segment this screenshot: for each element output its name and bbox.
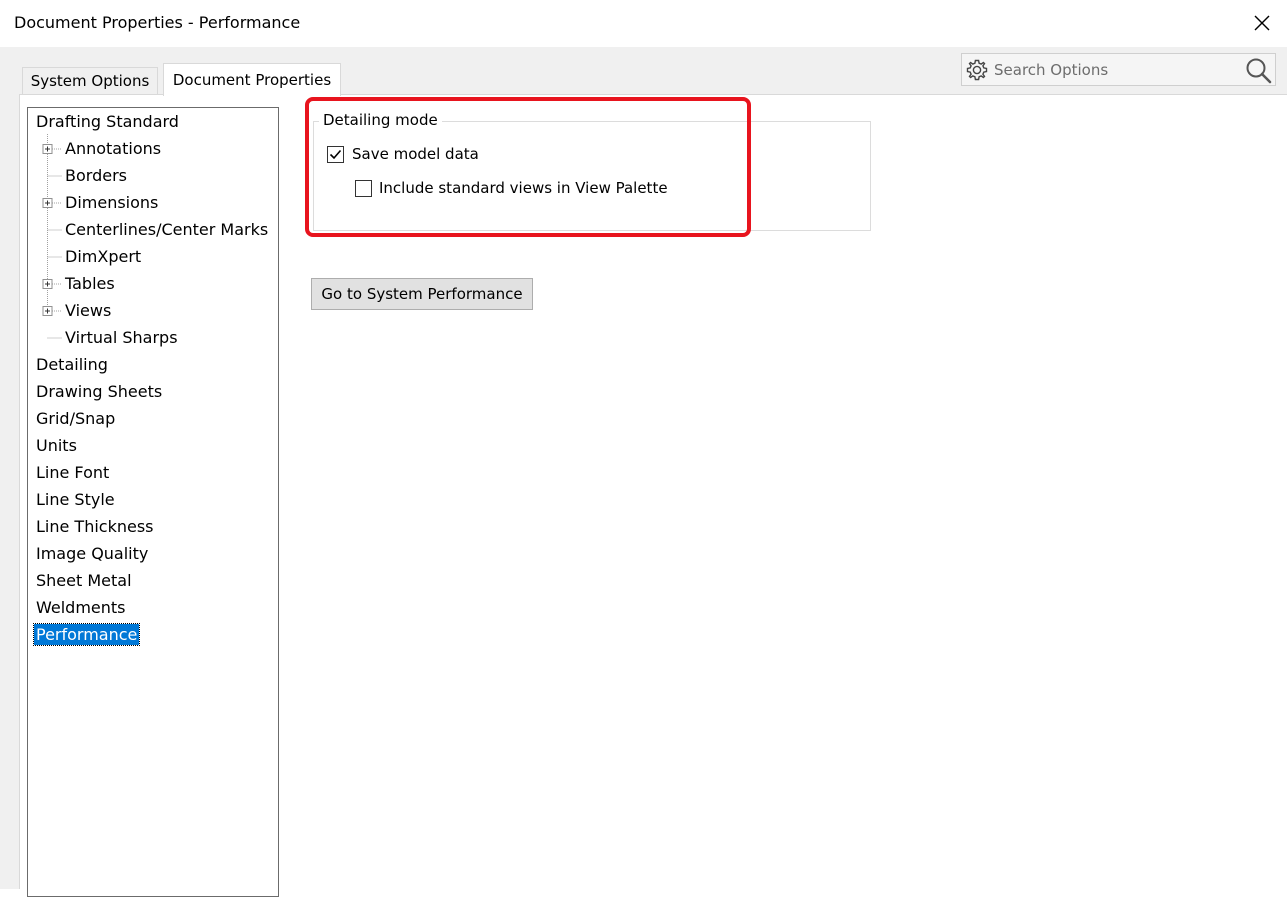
search-icon[interactable]: [1244, 56, 1274, 84]
tree-item-tables[interactable]: Tables: [65, 273, 115, 294]
title-bar: Document Properties - Performance: [0, 0, 1287, 47]
tree-item-detailing[interactable]: Detailing: [36, 354, 108, 375]
tree-item-line-font[interactable]: Line Font: [36, 462, 109, 483]
go-to-system-performance-button[interactable]: Go to System Performance: [311, 278, 533, 310]
tree-item-dimensions[interactable]: Dimensions: [65, 192, 158, 213]
tree-item-image-quality[interactable]: Image Quality: [36, 543, 148, 564]
save-model-data-checkbox[interactable]: [327, 146, 344, 163]
tree-item-line-thickness[interactable]: Line Thickness: [36, 516, 154, 537]
gear-icon: [966, 59, 988, 81]
detailing-mode-title: Detailing mode: [319, 111, 442, 129]
tree-item-line-style[interactable]: Line Style: [36, 489, 115, 510]
tree-item-borders[interactable]: Borders: [65, 165, 127, 186]
tree-item-dimxpert[interactable]: DimXpert: [65, 246, 141, 267]
close-button[interactable]: [1242, 4, 1282, 42]
tree-item-grid-snap[interactable]: Grid/Snap: [36, 408, 115, 429]
detailing-mode-group: [313, 121, 871, 231]
close-icon: [1254, 15, 1270, 31]
tree-item-units[interactable]: Units: [36, 435, 77, 456]
tree-item-drafting-standard[interactable]: Drafting Standard: [36, 111, 179, 132]
tab-system-options[interactable]: System Options: [22, 67, 158, 94]
include-standard-views-checkbox[interactable]: [355, 180, 372, 197]
save-model-data-label[interactable]: Save model data: [352, 145, 479, 163]
window-title: Document Properties - Performance: [14, 13, 301, 32]
tab-document-properties[interactable]: Document Properties: [163, 63, 341, 96]
search-box[interactable]: [961, 53, 1276, 86]
tab-label: Document Properties: [172, 71, 332, 89]
tree-item-annotations[interactable]: Annotations: [65, 138, 161, 159]
include-standard-views-label[interactable]: Include standard views in View Palette: [379, 179, 668, 197]
tree-item-drawing-sheets[interactable]: Drawing Sheets: [36, 381, 162, 402]
tree-item-centerlines[interactable]: Centerlines/Center Marks: [65, 219, 268, 240]
search-input[interactable]: [994, 58, 1234, 82]
tree-item-weldments[interactable]: Weldments: [36, 597, 126, 618]
tree-item-views[interactable]: Views: [65, 300, 111, 321]
tree-item-virtual-sharps[interactable]: Virtual Sharps: [65, 327, 178, 348]
options-tree[interactable]: Drafting Standard Annotations Borders Di…: [27, 107, 279, 897]
tab-label: System Options: [30, 72, 150, 90]
tree-item-sheet-metal[interactable]: Sheet Metal: [36, 570, 132, 591]
tree-item-performance[interactable]: Performance: [32, 623, 141, 646]
checkmark-icon: [329, 149, 342, 160]
